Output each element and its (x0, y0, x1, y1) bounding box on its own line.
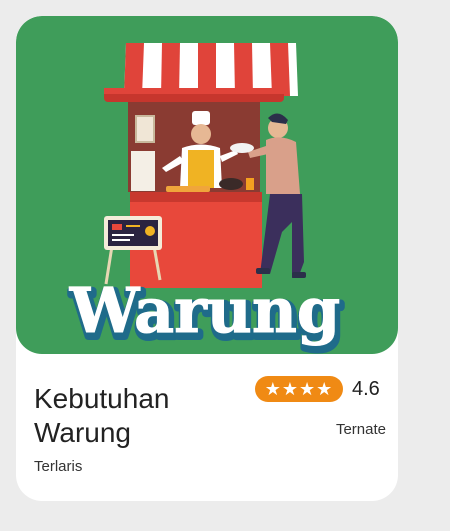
food-stall-illustration: Warung Warung (67, 43, 347, 355)
warung-logo: Warung Warung (67, 274, 347, 355)
rating-stars-badge: ★★★★ (255, 376, 343, 402)
rating-value: 4.6 (352, 378, 380, 400)
product-subtitle: Terlaris (34, 458, 83, 475)
product-title: Kebutuhan Warung (34, 383, 170, 448)
product-card[interactable]: Warung Warung Kebutuhan Warung Terlaris … (16, 16, 398, 501)
seller-location: Ternate (335, 421, 386, 438)
product-banner[interactable]: Warung Warung (16, 16, 398, 354)
awning (104, 43, 298, 102)
star-icon: ★★★★ (264, 379, 334, 399)
svg-text:Warung: Warung (69, 274, 341, 347)
